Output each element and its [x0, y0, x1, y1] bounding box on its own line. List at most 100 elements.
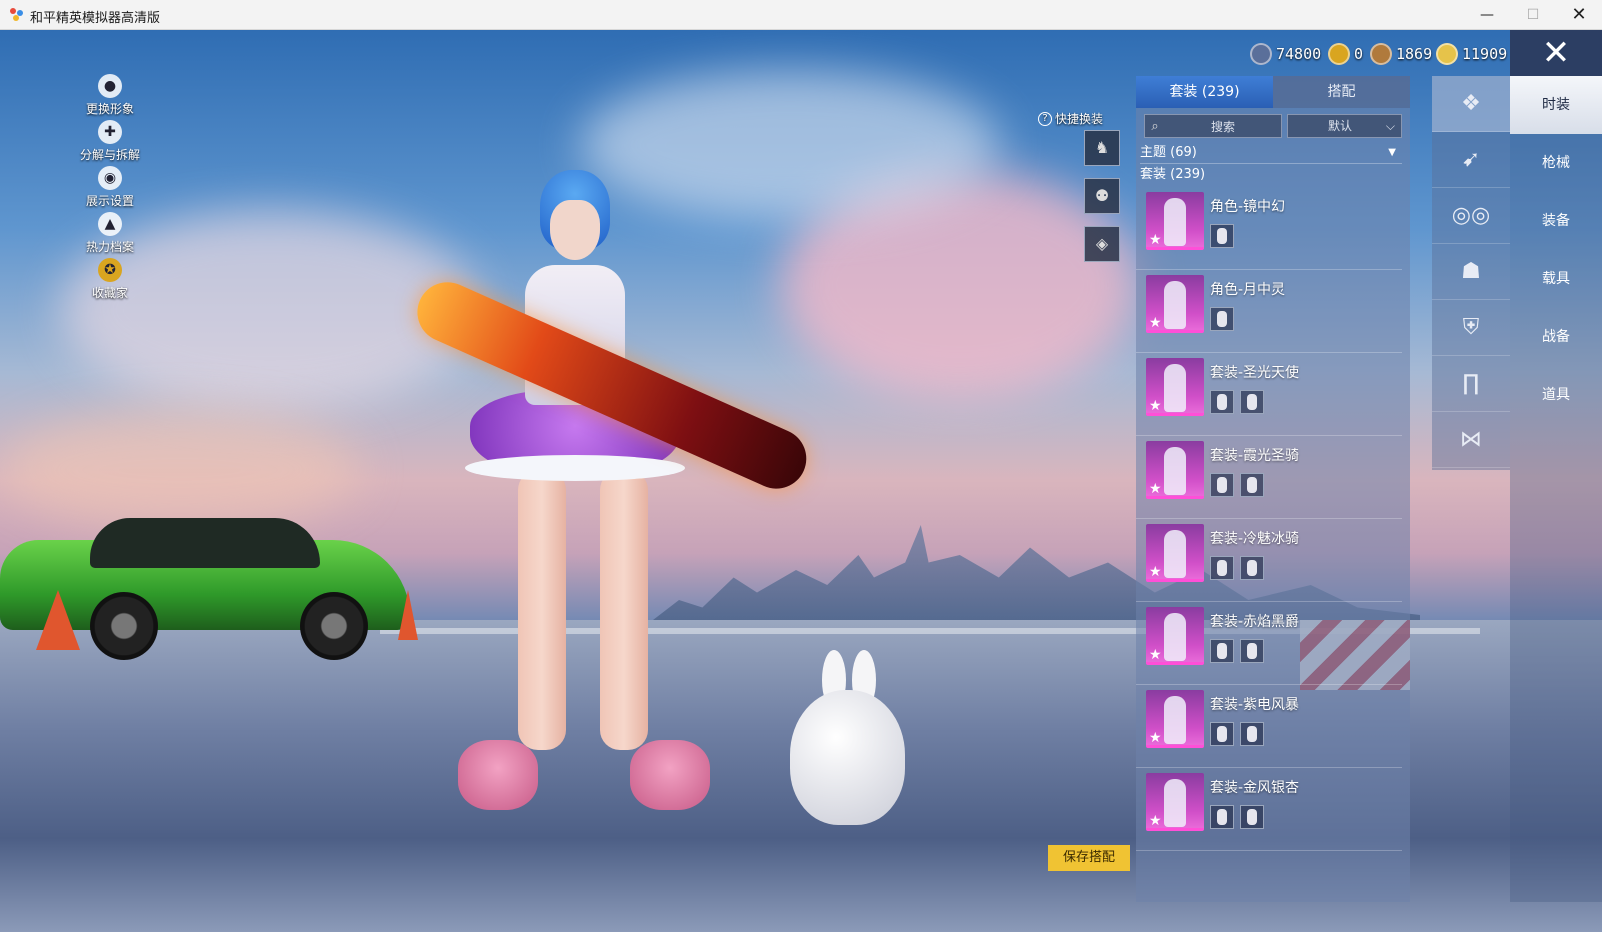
maximize-button[interactable]: ☐: [1510, 0, 1556, 30]
bunny-pet: [790, 650, 905, 825]
dropdown-arrow-icon: ▼: [1388, 147, 1396, 158]
outfit-thumbnail: ★: [1146, 441, 1204, 499]
window-title: 和平精英模拟器高清版: [30, 11, 161, 26]
outfit-part-icon[interactable]: [1210, 390, 1234, 414]
help-icon: ?: [1038, 111, 1052, 126]
outfit-part-icon[interactable]: [1210, 224, 1234, 248]
list-item[interactable]: ★ 套装-金风银杏: [1136, 769, 1402, 851]
outfit-part-icon[interactable]: [1240, 805, 1264, 829]
outfit-part-icon[interactable]: [1240, 722, 1264, 746]
bronze-coin-icon: [1370, 43, 1392, 65]
display-settings-button[interactable]: ◉ 展示设置: [70, 166, 150, 210]
theme-filter[interactable]: 主题 (69) ▼: [1140, 142, 1402, 164]
sort-dropdown[interactable]: 默认 ⌵: [1287, 114, 1402, 138]
collector-button[interactable]: ✪ 收藏家: [70, 258, 150, 302]
set-count-label: 套装 (239): [1140, 167, 1206, 182]
outfit-list-panel: 套装 (239) 搭配 ⌕ 搜索 默认 ⌵ 主题 (69) ▼ 套装 (239)…: [1136, 76, 1410, 902]
gun-skin-icon[interactable]: ➹: [1432, 132, 1510, 188]
currency-silver: 74800: [1250, 42, 1321, 66]
nav-item-3[interactable]: 载具: [1510, 250, 1602, 308]
outfit-name: 套装-赤焰黑爵: [1210, 614, 1300, 630]
outfit-part-icon[interactable]: [1240, 639, 1264, 663]
outfit-name: 套装-紫电风暴: [1210, 697, 1300, 713]
flame-icon: ▲: [98, 212, 122, 236]
list-item[interactable]: ★ 套装-霞光圣骑: [1136, 437, 1402, 519]
outfit-part-icon[interactable]: [1240, 556, 1264, 580]
list-item[interactable]: ★ 套装-圣光天使: [1136, 354, 1402, 436]
star-icon: ★: [1149, 647, 1162, 663]
change-avatar-button[interactable]: ● 更换形象: [70, 74, 150, 118]
tab-sets[interactable]: 套装 (239): [1136, 76, 1273, 108]
save-outfit-button[interactable]: 保存搭配: [1048, 845, 1130, 871]
category-column: ❖ ➹ ◎◎ ☗ ⛨ ∏ ⋈: [1432, 76, 1510, 470]
outfit-part-icon[interactable]: [1210, 639, 1234, 663]
close-wardrobe-button[interactable]: ✕: [1510, 30, 1602, 76]
gold-a-coin-icon: [1328, 43, 1350, 65]
avatar-icon: ●: [98, 74, 122, 98]
pants-icon[interactable]: ∏: [1432, 356, 1510, 412]
list-item[interactable]: ★ 套装-冷魅冰骑: [1136, 520, 1402, 602]
chevron-down-icon: ⌵: [1385, 119, 1395, 133]
outfit-thumbnail: ★: [1146, 524, 1204, 582]
traffic-cone: [398, 590, 418, 640]
nav-item-4[interactable]: 战备: [1510, 308, 1602, 366]
nav-item-0[interactable]: 时装: [1510, 76, 1602, 134]
outfit-name: 套装-冷魅冰骑: [1210, 531, 1300, 547]
quick-slot-1[interactable]: ♞: [1084, 130, 1120, 166]
list-item[interactable]: ★ 角色-月中灵: [1136, 271, 1402, 353]
outfit-thumbnail: ★: [1146, 192, 1204, 250]
quick-slot-2[interactable]: ⚉: [1084, 178, 1120, 214]
nav-item-1[interactable]: 枪械: [1510, 134, 1602, 192]
star-icon: ★: [1149, 398, 1162, 414]
quick-switch-label[interactable]: ? 快捷换装: [1038, 110, 1103, 127]
outfit-part-icon[interactable]: [1210, 722, 1234, 746]
silver-coin-icon: [1250, 43, 1272, 65]
window-close-button[interactable]: ✕: [1556, 0, 1602, 30]
nav-item-2[interactable]: 装备: [1510, 192, 1602, 250]
search-icon: ⌕: [1151, 118, 1159, 134]
puzzle-icon: ✚: [98, 120, 122, 144]
outfit-part-icon[interactable]: [1210, 473, 1234, 497]
collector-badge-icon: ✪: [98, 258, 122, 282]
eye-icon: ◉: [98, 166, 122, 190]
main-nav: 时装 枪械 装备 载具 战备 道具: [1510, 76, 1602, 902]
glasses-icon[interactable]: ◎◎: [1432, 188, 1510, 244]
star-icon: ★: [1149, 813, 1162, 829]
shoes-icon[interactable]: ⋈: [1432, 412, 1510, 468]
nav-item-5[interactable]: 道具: [1510, 366, 1602, 424]
outfit-thumbnail: ★: [1146, 275, 1204, 333]
outfit-icon[interactable]: ❖: [1432, 76, 1510, 132]
tab-match[interactable]: 搭配: [1273, 76, 1410, 108]
player-character: [407, 170, 820, 840]
outfit-thumbnail: ★: [1146, 773, 1204, 831]
outfit-part-icon[interactable]: [1240, 473, 1264, 497]
outfit-part-icon[interactable]: [1240, 390, 1264, 414]
search-input[interactable]: ⌕ 搜索: [1144, 114, 1282, 138]
currency-gold: 11909: [1436, 42, 1507, 66]
search-placeholder: 搜索: [1210, 119, 1235, 134]
list-item[interactable]: ★ 角色-镜中幻: [1136, 188, 1402, 270]
top-icon[interactable]: ⛨: [1432, 300, 1510, 356]
minimize-button[interactable]: —: [1464, 0, 1510, 30]
list-item[interactable]: ★ 套装-紫电风暴: [1136, 686, 1402, 768]
outfit-name: 套装-金风银杏: [1210, 780, 1300, 796]
window-titlebar: 和平精英模拟器高清版 — ☐ ✕: [0, 0, 1602, 30]
currency-bronze: 1869: [1370, 42, 1432, 66]
outfit-part-icon[interactable]: [1210, 556, 1234, 580]
decompose-button[interactable]: ✚ 分解与拆解: [70, 120, 150, 164]
outfit-name: 角色-镜中幻: [1210, 199, 1286, 215]
mask-icon[interactable]: ☗: [1432, 244, 1510, 300]
gold-coin-icon: [1436, 43, 1458, 65]
quick-slot-3[interactable]: ◈: [1084, 226, 1120, 262]
list-item[interactable]: ★ 套装-赤焰黑爵: [1136, 603, 1402, 685]
outfit-thumbnail: ★: [1146, 358, 1204, 416]
star-icon: ★: [1149, 730, 1162, 746]
panel-tabs: 套装 (239) 搭配: [1136, 76, 1410, 108]
outfit-part-icon[interactable]: [1210, 307, 1234, 331]
heat-archive-button[interactable]: ▲ 热力档案: [70, 212, 150, 256]
star-icon: ★: [1149, 232, 1162, 248]
app-icon: [10, 8, 24, 22]
outfit-name: 套装-圣光天使: [1210, 365, 1300, 381]
traffic-cone: [36, 590, 80, 650]
outfit-part-icon[interactable]: [1210, 805, 1234, 829]
